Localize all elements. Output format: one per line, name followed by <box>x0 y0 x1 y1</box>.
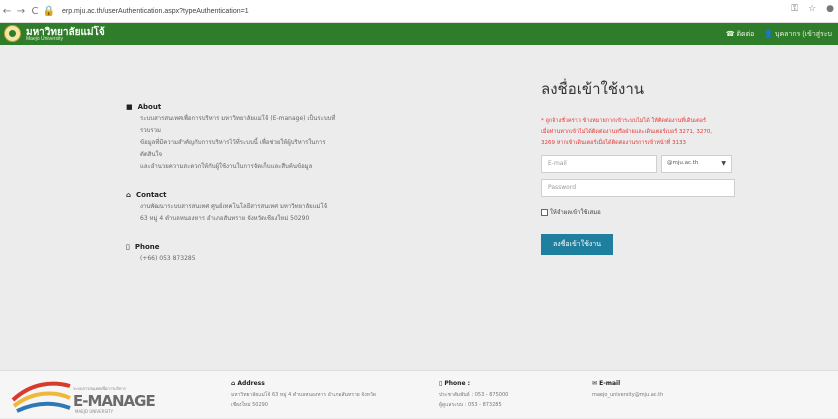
login-button[interactable]: ลงชื่อเข้าใช้งาน <box>541 234 613 255</box>
footer-email-title: E-mail <box>599 380 621 387</box>
footer-phone-title: Phone : <box>444 380 471 387</box>
contact-title: Contact <box>136 191 167 199</box>
footer-address: ⌂ Address มหาวิทยาลัยแม่โจ้ 63 หมู่ 4 ตำ… <box>231 379 401 410</box>
footer-address-line: เชียงใหม่ 50290 <box>231 402 269 408</box>
key-icon[interactable]: ⚿ <box>791 4 798 14</box>
contact-line: 63 หมู่ 4 ตำบลหนองหาร อำเภอสันทราย จังหว… <box>140 215 310 222</box>
domain-value: @mju.ac.th <box>667 160 699 166</box>
comment-icon: ■ <box>126 103 133 111</box>
user-label: บุคลากร (เข้าสู่ระบ <box>775 31 832 38</box>
browser-chrome: ← → C 🔒 erp.mju.ac.th/userAuthentication… <box>0 0 838 23</box>
email-row: E-mail @mju.ac.th ▼ <box>541 155 741 173</box>
logo-subtitle: ระบบสารสนเทศเพื่อการบริหาร <box>73 386 126 391</box>
footer-address-heading: ⌂ Address <box>231 380 265 387</box>
contact-text: งานพัฒนาระบบสารสนเทศ ศูนย์เทคโนโลยีสารสน… <box>140 201 336 225</box>
reload-icon[interactable]: C <box>28 6 42 17</box>
login-panel: ลงชื่อเข้าใช้งาน * ลูกจ้างชั่วคราว ข้างห… <box>541 77 741 255</box>
about-line: และอำนวยความสะดวกให้กับผู้ใช้งานในการจัด… <box>140 163 313 170</box>
footer-address-line: มหาวิทยาลัยแม่โจ้ 63 หมู่ 4 ตำบลหนองหาร … <box>231 392 377 398</box>
contact-label: ติดต่อ <box>736 31 755 38</box>
emanage-logo: ระบบสารสนเทศเพื่อการบริหาร E-MANAGE MAEJ… <box>9 377 159 415</box>
remember-row: ให้จำผลเข้าใช้เสมอ <box>541 207 741 217</box>
contact-line: งานพัฒนาระบบสารสนเทศ ศูนย์เทคโนโลยีสารสน… <box>140 203 328 210</box>
password-input[interactable]: Password <box>541 179 735 197</box>
login-title: ลงชื่อเข้าใช้งาน <box>541 81 645 98</box>
remember-label: ให้จำผลเข้าใช้เสมอ <box>550 209 601 216</box>
footer-email-heading: ✉ E-mail <box>592 380 621 387</box>
about-block: ■ About ระบบสารสนเทศเพื่อการบริหาร มหาวิ… <box>126 103 336 173</box>
about-text: ระบบสารสนเทศเพื่อการบริหาร มหาวิทยาลัยแม… <box>140 113 336 173</box>
footer-phone-line: ผู้ดูแลระบบ : 053 - 873285 <box>439 402 502 408</box>
info-panel: ■ About ระบบสารสนเทศเพื่อการบริหาร มหาวิ… <box>126 103 336 283</box>
contact-block: ⌂ Contact งานพัฒนาระบบสารสนเทศ ศูนย์เทคโ… <box>126 191 336 225</box>
warning-message: * ลูกจ้างชั่วคราว ข้างหมายกากเข้าระบบไม่… <box>541 116 741 149</box>
logo-text: E-MANAGE <box>73 392 156 410</box>
remember-checkbox[interactable] <box>541 208 548 216</box>
caret-down-icon: ▼ <box>721 160 726 167</box>
star-icon[interactable]: ☆ <box>808 4 816 14</box>
about-title: About <box>137 103 162 111</box>
home-icon: ⌂ <box>126 191 132 199</box>
about-line: ข้อมูลที่มีความสำคัญกับการบริหารไว้ที่ระ… <box>140 139 326 158</box>
address-bar[interactable]: erp.mju.ac.th/userAuthentication.aspx?ty… <box>62 8 249 15</box>
footer-email: ✉ E-mail maejo_university@mju.ac.th <box>592 379 742 400</box>
contact-link[interactable]: ☎ ติดต่อ <box>726 29 755 40</box>
phone-block: ▯ Phone (+66) 053 873285 <box>126 243 336 265</box>
email-input[interactable]: E-mail <box>541 155 657 173</box>
site-header: มหาวิทยาลัยแม่โจ้ Maejo University ☎ ติด… <box>0 23 838 45</box>
contact-heading: ⌂ Contact <box>126 191 336 199</box>
footer-email-value[interactable]: maejo_university@mju.ac.th <box>592 390 742 400</box>
domain-select[interactable]: @mju.ac.th ▼ <box>661 155 732 173</box>
footer-phone-heading: ▯ Phone : <box>439 380 471 387</box>
phone-title: Phone <box>134 243 160 251</box>
about-heading: ■ About <box>126 103 336 111</box>
user-login-link[interactable]: 👤 บุคลากร (เข้าสู่ระบ <box>764 29 832 40</box>
warning-line: เมื่อท่านหากเข้าไม่ได้ติดต่องานหรือฝ่ายแ… <box>541 129 713 135</box>
password-row: Password <box>541 179 741 197</box>
phone-number: (+66) 053 873285 <box>140 255 196 262</box>
footer-phone-line: ประชาสัมพันธ์ : 053 - 875000 <box>439 392 509 398</box>
phone-icon: ▯ <box>126 243 130 251</box>
footer-phone: ▯ Phone : ประชาสัมพันธ์ : 053 - 875000 ผ… <box>439 379 579 410</box>
logo-university: MAEJO UNIVERSITY <box>75 409 114 414</box>
back-icon[interactable]: ← <box>0 6 14 17</box>
forward-icon[interactable]: → <box>14 6 28 17</box>
university-subtitle: Maejo University <box>26 36 63 42</box>
university-logo-icon <box>4 25 21 42</box>
profile-icon[interactable]: ● <box>826 4 834 14</box>
warning-line: * ลูกจ้างชั่วคราว ข้างหมายกากเข้าระบบไม่… <box>541 118 706 124</box>
site-footer: ระบบสารสนเทศเพื่อการบริหาร E-MANAGE MAEJ… <box>0 370 838 418</box>
lock-icon: 🔒 <box>42 5 56 17</box>
about-line: ระบบสารสนเทศเพื่อการบริหาร มหาวิทยาลัยแม… <box>140 115 336 134</box>
phone-heading: ▯ Phone <box>126 243 336 251</box>
warning-line: 3269 หากเข้าเดินเตอร์เมื่อได้ติดต่องานรก… <box>541 140 687 146</box>
footer-address-title: Address <box>237 380 265 387</box>
